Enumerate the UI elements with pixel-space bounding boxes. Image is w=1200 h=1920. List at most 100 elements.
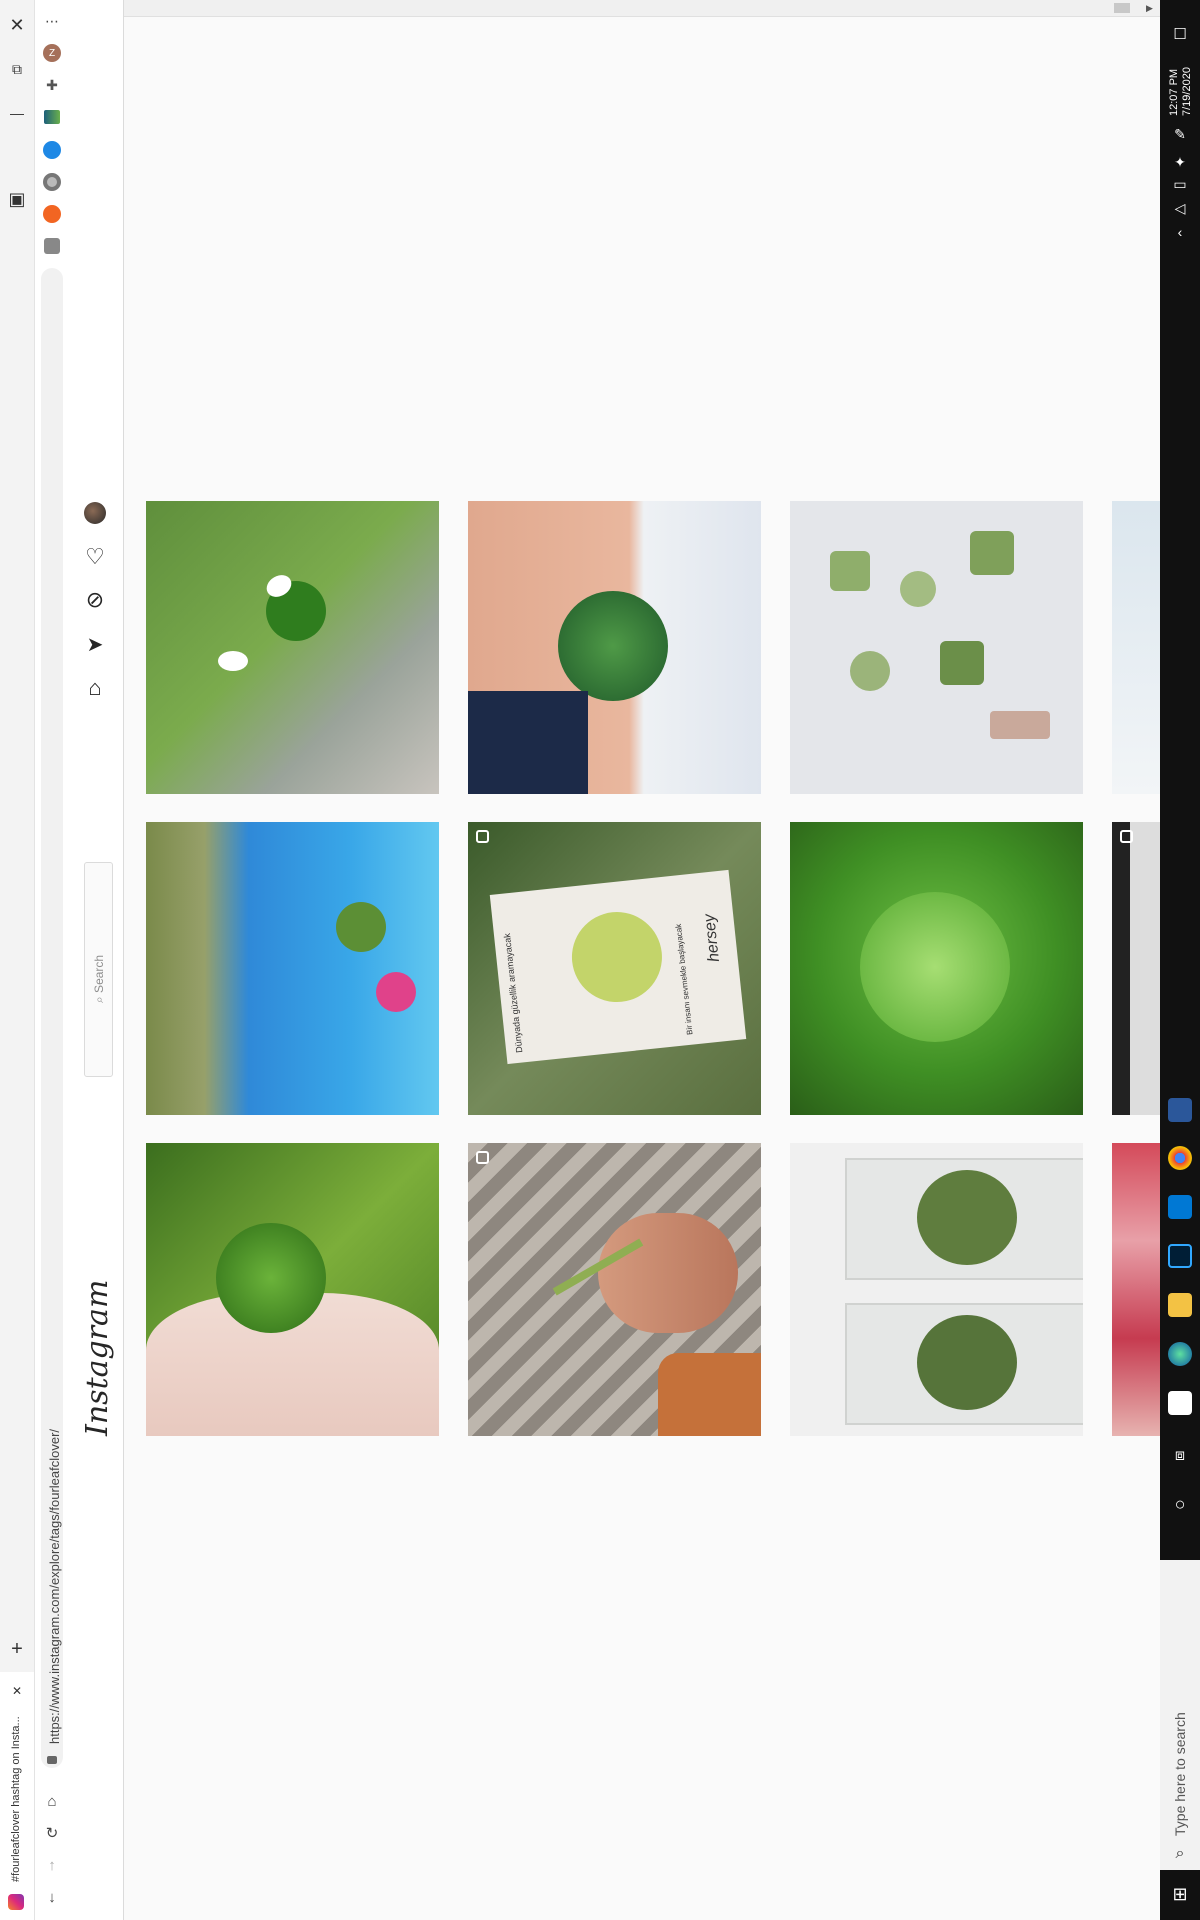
tile-clover-by-pool[interactable]	[146, 822, 439, 1115]
card: Dünyada güzellik aramayacak Bir insanı s…	[489, 869, 747, 1065]
carousel-icon	[1120, 830, 1133, 843]
extension-orange-icon[interactable]	[43, 205, 61, 223]
nail-shape	[376, 972, 416, 1012]
close-tab-icon[interactable]: ✕	[8, 1682, 26, 1700]
acrylic-block	[845, 1158, 1083, 1280]
volume-icon[interactable]: ◁	[1168, 196, 1192, 220]
tile-clovers-in-acrylic-blocks[interactable]	[790, 1143, 1083, 1436]
tile-clover-in-hand-grass[interactable]	[146, 501, 439, 794]
profile-avatar-icon[interactable]	[84, 502, 106, 524]
taskbar-app-settings-icon[interactable]	[1168, 1098, 1192, 1122]
taskbar-edge-icon[interactable]	[1168, 1342, 1192, 1366]
tab-strip: ✕ ⧉ — ▣ + ✕ #fourleafclover hashtag on I…	[0, 0, 35, 1920]
cortana-circle-icon[interactable]: ○	[1168, 1492, 1192, 1516]
more-menu-icon[interactable]: ⋯	[41, 10, 63, 32]
direct-messages-icon[interactable]: ➤	[82, 631, 108, 657]
charm	[850, 651, 890, 691]
extension-g-icon[interactable]	[44, 238, 60, 254]
tile-clover-leg-tattoo[interactable]	[468, 501, 761, 794]
hashtag-grid: Dünyada güzellik aramayacak Bir insanı s…	[124, 16, 1160, 1920]
forward-icon[interactable]: ↑	[41, 1854, 63, 1876]
taskbar-file-explorer-icon[interactable]	[1168, 1293, 1192, 1317]
tile-partial-right-2[interactable]	[1112, 822, 1160, 1115]
watercolor-clover-shape	[567, 907, 667, 1007]
pressed-clover-shape	[917, 1315, 1017, 1410]
tile-praying-mantis-on-finger[interactable]	[468, 1143, 761, 1436]
tile-partial-right-1[interactable]	[1112, 501, 1160, 794]
taskbar-chrome-icon[interactable]	[1168, 1146, 1192, 1170]
dropbox-icon[interactable]: ✦	[1168, 150, 1192, 174]
restore-window-icon[interactable]: ⧉	[4, 56, 30, 82]
extensions-puzzle-icon[interactable]: ✚	[43, 76, 61, 94]
task-view-icon[interactable]: ⧈	[1168, 1444, 1192, 1468]
tile-partial-right-3[interactable]	[1112, 1143, 1160, 1436]
dark-strip	[1112, 822, 1130, 1115]
show-hidden-icons-chevron-icon[interactable]: ‹	[1168, 220, 1192, 244]
url-field[interactable]: https://www.instagram.com/explore/tags/f…	[41, 268, 63, 1768]
home-icon[interactable]: ⌂	[82, 675, 108, 701]
pressed-clover-shape	[917, 1170, 1017, 1265]
instagram-logo[interactable]: Instagram	[80, 1280, 115, 1436]
minimize-window-icon[interactable]: —	[4, 100, 30, 126]
carousel-icon	[476, 1151, 489, 1164]
card-text-name: hersey	[701, 913, 723, 963]
action-center-icon[interactable]: ☐	[1168, 22, 1192, 46]
close-window-icon[interactable]: ✕	[4, 12, 30, 38]
charm	[900, 571, 936, 607]
acrylic-block	[845, 1303, 1083, 1425]
taskbar-photoshop-icon[interactable]	[1168, 1244, 1192, 1268]
back-icon[interactable]: ↓	[41, 1886, 63, 1908]
explore-compass-icon[interactable]: ⊘	[82, 587, 108, 613]
charm	[940, 641, 984, 685]
charm	[830, 551, 870, 591]
shoe-shape	[218, 651, 248, 671]
home-icon[interactable]: ⌂	[41, 1790, 63, 1812]
extension-circle-icon[interactable]	[43, 173, 61, 191]
taskbar-search-placeholder: Type here to search	[1172, 1712, 1188, 1836]
extension-blue-icon[interactable]	[43, 141, 61, 159]
background-shelf	[468, 691, 588, 794]
taskbar-outlook-icon[interactable]	[1168, 1195, 1192, 1219]
clock[interactable]: 12:07 PM 7/19/2020	[1168, 67, 1194, 116]
taskbar-store-icon[interactable]	[1168, 1391, 1192, 1415]
search-icon: ⌕	[92, 992, 106, 1003]
clock-date: 7/19/2020	[1181, 67, 1193, 116]
background-orange	[658, 1353, 761, 1436]
instagram-favicon-icon	[8, 1894, 24, 1910]
reload-icon[interactable]: ↻	[41, 1822, 63, 1844]
windows-taskbar: ☐ 12:07 PM 7/19/2020 ✎ ✦ ▭ ◁ ‹ ⧈ ○ Type …	[1160, 0, 1200, 1920]
extension-chart-icon[interactable]	[44, 110, 60, 124]
clover-shape	[216, 1223, 326, 1333]
tile-resin-clover-charms[interactable]	[790, 501, 1083, 794]
tile-clover-watercolor-card[interactable]: Dünyada güzellik aramayacak Bir insanı s…	[468, 822, 761, 1115]
pen-icon[interactable]: ✎	[1168, 122, 1192, 146]
search-placeholder: ⌕ Search	[92, 954, 106, 1003]
activity-heart-icon[interactable]: ♡	[82, 544, 108, 570]
clover-shape	[860, 892, 1010, 1042]
tile-clover-closeup[interactable]	[790, 822, 1083, 1115]
clock-time: 12:07 PM	[1168, 68, 1180, 116]
card-text-line2: Bir insanı sevmekle başlayacak	[673, 923, 695, 1036]
taskbar-search-box[interactable]: Type here to search ⌕	[1160, 1560, 1200, 1870]
profile-avatar[interactable]: Z	[43, 44, 61, 62]
tab-title: #fourleafclover hashtag on Insta...	[10, 1716, 22, 1882]
search-icon: ⌕	[1175, 1845, 1185, 1862]
tab-actions-icon[interactable]: ▣	[4, 186, 30, 212]
clover-shape	[336, 902, 386, 952]
charm	[970, 531, 1014, 575]
horizontal-scrollbar[interactable]: ◀ ▶	[72, 0, 1160, 17]
tile-clover-in-palm[interactable]	[146, 1143, 439, 1436]
card-text-line1: Dünyada güzellik aramayacak	[501, 932, 525, 1054]
search-input[interactable]: ⌕ Search	[84, 862, 113, 1077]
lock-icon[interactable]	[47, 1756, 57, 1764]
battery-icon[interactable]: ▭	[1168, 172, 1192, 196]
tab-active[interactable]: ✕ #fourleafclover hashtag on Insta...	[0, 1672, 34, 1920]
scrollbar-thumb[interactable]	[1114, 3, 1130, 13]
charm	[990, 711, 1050, 739]
new-tab-icon[interactable]: +	[4, 1636, 30, 1662]
address-bar-column: ⋯ Z ✚ https://www.instagram.com/explore/…	[35, 0, 71, 1920]
url-text: https://www.instagram.com/explore/tags/f…	[47, 1428, 62, 1744]
scroll-right-arrow-icon[interactable]: ▶	[1146, 3, 1153, 14]
windows-start-icon[interactable]: ⊞	[1168, 1882, 1192, 1906]
finger-shape	[598, 1213, 738, 1333]
